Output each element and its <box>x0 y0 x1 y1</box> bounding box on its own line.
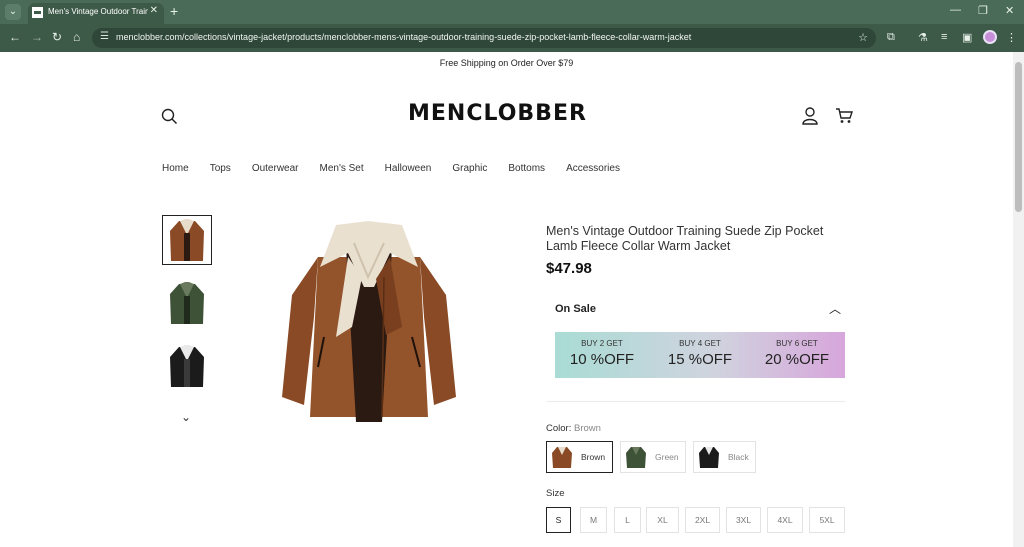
menu-kebab-icon[interactable]: ⋮ <box>1006 31 1017 44</box>
size-option-5xl[interactable]: 5XL <box>809 507 845 533</box>
size-option-2xl[interactable]: 2XL <box>685 507 720 533</box>
nav-item-mens-set[interactable]: Men's Set <box>320 163 364 174</box>
forward-icon[interactable]: → <box>31 30 43 44</box>
browser-tab[interactable]: Men's Vintage Outdoor Traini ✕ <box>28 3 164 24</box>
page-scrollbar[interactable] <box>1013 52 1024 547</box>
color-option-label: Black <box>728 452 749 462</box>
jacket-black-image <box>170 345 204 387</box>
promo-discount: 20 %OFF <box>764 351 830 368</box>
announcement-bar: Free Shipping on Order Over $79 <box>439 58 574 68</box>
chevron-up-icon[interactable]: ︿ <box>829 300 841 317</box>
color-option-black[interactable]: Black <box>693 441 756 473</box>
jacket-brown-image <box>170 219 204 261</box>
site-favicon-icon <box>32 7 43 18</box>
url-text: menclobber.com/collections/vintage-jacke… <box>116 32 692 42</box>
color-option-label: Brown <box>581 452 606 462</box>
scrollbar-thumb[interactable] <box>1015 62 1022 212</box>
browser-toolbar: ← → ↻ ⌂ ☰ menclobber.com/collections/vin… <box>0 24 1024 52</box>
color-option-green[interactable]: Green <box>620 441 686 473</box>
nav-item-outerwear[interactable]: Outerwear <box>252 163 299 174</box>
restore-icon[interactable]: ❐ <box>978 4 988 17</box>
labs-icon[interactable]: ⚗ <box>918 31 928 44</box>
size-option-xl[interactable]: XL <box>646 507 679 533</box>
color-label-text: Color: <box>546 423 572 434</box>
reload-icon[interactable]: ↻ <box>52 30 62 44</box>
back-icon[interactable]: ← <box>9 30 21 44</box>
promo-condition: BUY 4 GET <box>679 339 721 348</box>
promo-condition: BUY 6 GET <box>776 339 818 348</box>
color-label: Color: Brown <box>546 423 601 434</box>
nav-item-tops[interactable]: Tops <box>210 163 231 174</box>
promo-tier: BUY 4 GET 15 %OFF <box>655 339 745 368</box>
thumbnail-black[interactable] <box>162 341 212 391</box>
size-option-4xl[interactable]: 4XL <box>767 507 803 533</box>
promo-tier: BUY 6 GET 20 %OFF <box>752 339 842 368</box>
promo-condition: BUY 2 GET <box>581 339 623 348</box>
color-option-label: Green <box>655 452 679 462</box>
product-price: $47.98 <box>546 260 592 277</box>
extensions-icon[interactable]: ⧉ <box>887 31 895 44</box>
size-option-l[interactable]: L <box>614 507 641 533</box>
tab-title: Men's Vintage Outdoor Traini <box>48 7 148 16</box>
jacket-green-image <box>170 282 204 324</box>
web-page: Free Shipping on Order Over $79 MENCLOBB… <box>0 52 1013 547</box>
promo-banner: BUY 2 GET 10 %OFF BUY 4 GET 15 %OFF BUY … <box>555 332 845 378</box>
tab-search-icon[interactable]: ⌄ <box>5 4 21 20</box>
size-label: Size <box>546 488 565 499</box>
nav-item-home[interactable]: Home <box>162 163 189 174</box>
new-tab-icon[interactable]: + <box>170 3 178 19</box>
promo-discount: 10 %OFF <box>569 351 635 368</box>
thumbnail-brown[interactable] <box>162 215 212 265</box>
minimize-icon[interactable]: — <box>950 4 961 16</box>
side-panel-icon[interactable]: ▣ <box>962 31 972 44</box>
profile-avatar[interactable] <box>983 30 997 44</box>
nav-item-graphic[interactable]: Graphic <box>452 163 487 174</box>
nav-item-bottoms[interactable]: Bottoms <box>508 163 545 174</box>
product-main-image[interactable] <box>278 217 460 425</box>
promo-tier: BUY 2 GET 10 %OFF <box>557 339 647 368</box>
home-icon[interactable]: ⌂ <box>73 30 80 44</box>
promo-discount: 15 %OFF <box>667 351 733 368</box>
reading-list-icon[interactable]: ≡ <box>941 31 947 43</box>
size-option-s[interactable]: S <box>546 507 571 533</box>
swatch-brown-image <box>552 447 572 468</box>
selected-color-value: Brown <box>573 423 601 434</box>
on-sale-heading[interactable]: On Sale <box>555 303 596 315</box>
search-icon[interactable] <box>161 108 178 125</box>
site-logo[interactable]: MENCLOBBER <box>408 101 587 126</box>
nav-item-halloween[interactable]: Halloween <box>385 163 432 174</box>
thumbnail-scroll-down-icon[interactable]: ⌄ <box>181 410 191 424</box>
thumbnail-green[interactable] <box>162 278 212 328</box>
bookmark-star-icon[interactable]: ☆ <box>858 31 868 44</box>
browser-tab-bar: ⌄ Men's Vintage Outdoor Traini ✕ + — ❐ ✕ <box>0 0 1024 24</box>
address-bar[interactable]: ☰ menclobber.com/collections/vintage-jac… <box>92 28 876 48</box>
close-window-icon[interactable]: ✕ <box>1005 4 1014 17</box>
swatch-black-image <box>699 447 719 468</box>
cart-icon[interactable] <box>835 108 853 124</box>
size-option-m[interactable]: M <box>580 507 607 533</box>
nav-item-accessories[interactable]: Accessories <box>566 163 620 174</box>
main-nav: Home Tops Outerwear Men's Set Halloween … <box>162 163 641 174</box>
size-option-3xl[interactable]: 3XL <box>726 507 761 533</box>
close-tab-icon[interactable]: ✕ <box>150 5 158 16</box>
color-option-brown[interactable]: Brown <box>546 441 613 473</box>
swatch-green-image <box>626 447 646 468</box>
site-info-icon[interactable]: ☰ <box>100 31 109 42</box>
account-icon[interactable] <box>802 107 818 125</box>
section-divider <box>546 401 846 402</box>
product-title: Men's Vintage Outdoor Training Suede Zip… <box>546 224 824 253</box>
